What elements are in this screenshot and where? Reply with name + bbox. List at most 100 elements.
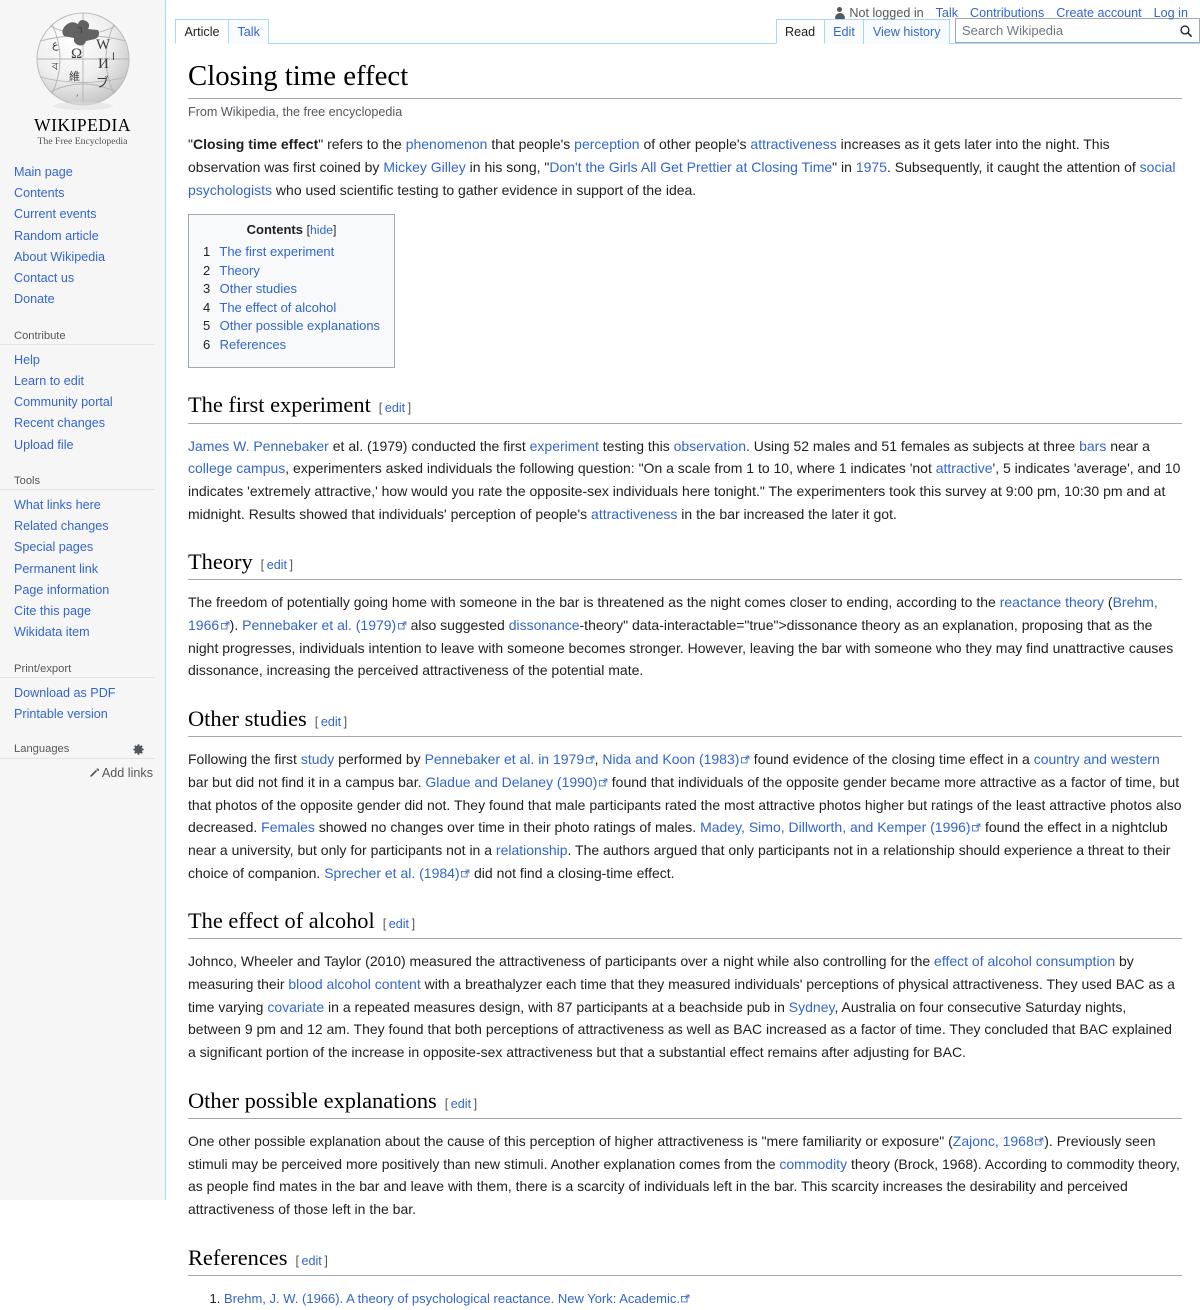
sidebar-item[interactable]: Current events bbox=[0, 204, 165, 225]
sidebar-item-upload-file[interactable]: Upload file bbox=[14, 438, 74, 452]
sidebar-item-random-article[interactable]: Random article bbox=[14, 229, 99, 243]
edit-link[interactable]: edit bbox=[451, 1097, 471, 1111]
link-study[interactable]: study bbox=[301, 751, 334, 767]
sidebar-item[interactable]: Cite this page bbox=[0, 601, 165, 622]
sidebar-item[interactable]: Permanent link bbox=[0, 558, 165, 579]
toc-entry[interactable]: 2 Theory bbox=[203, 263, 380, 278]
toc-entry[interactable]: 1 The first experiment bbox=[203, 244, 380, 259]
add-links-button[interactable]: Add links bbox=[89, 766, 153, 780]
sidebar-item[interactable]: Page information bbox=[0, 579, 165, 600]
section-edit-link[interactable]: [ edit ] bbox=[315, 715, 347, 729]
link-<a href=[interactable]: dissonance bbox=[509, 617, 580, 633]
sidebar-item-help[interactable]: Help bbox=[14, 353, 40, 367]
tab-talk[interactable]: Talk bbox=[228, 19, 270, 44]
link-sydney[interactable]: Sydney bbox=[789, 999, 835, 1015]
edit-link[interactable]: edit bbox=[321, 715, 341, 729]
sidebar-item[interactable]: Main page bbox=[0, 161, 165, 182]
link-mickey-gilley[interactable]: Mickey Gilley bbox=[383, 159, 465, 175]
sidebar-item-page-information[interactable]: Page information bbox=[14, 583, 109, 597]
tab-article[interactable]: Article bbox=[175, 19, 229, 44]
toc-entry[interactable]: 3 Other studies bbox=[203, 281, 380, 296]
toc-entry[interactable]: 5 Other possible explanations bbox=[203, 318, 380, 333]
toc-toggle-link[interactable]: hide bbox=[310, 223, 333, 237]
edit-link[interactable]: edit bbox=[267, 558, 287, 572]
link-don-t-the-girls-all-get-prettier-at-clos[interactable]: Don't the Girls All Get Prettier at Clos… bbox=[549, 159, 832, 175]
section-edit-link[interactable]: [ edit ] bbox=[383, 917, 415, 931]
toc-entry-link[interactable]: Other possible explanations bbox=[220, 318, 380, 333]
sidebar-item[interactable]: Learn to edit bbox=[0, 370, 165, 391]
link-experiment[interactable]: experiment bbox=[530, 438, 599, 454]
sidebar-item[interactable]: Random article bbox=[0, 225, 165, 246]
sidebar-item[interactable]: Download as PDF bbox=[0, 682, 165, 703]
sidebar-item-download-as-pdf[interactable]: Download as PDF bbox=[14, 686, 116, 700]
sidebar-item[interactable]: Related changes bbox=[0, 516, 165, 537]
sidebar-item[interactable]: Upload file bbox=[0, 434, 165, 455]
sidebar-item[interactable]: Contents bbox=[0, 183, 165, 204]
toc-entry[interactable]: 4 The effect of alcohol bbox=[203, 300, 380, 315]
sidebar-item[interactable]: Community portal bbox=[0, 392, 165, 413]
sidebar-item-community-portal[interactable]: Community portal bbox=[14, 395, 113, 409]
sidebar-item-related-changes[interactable]: Related changes bbox=[14, 519, 109, 533]
sidebar-item-learn-to-edit[interactable]: Learn to edit bbox=[14, 374, 84, 388]
sidebar-item-wikidata-item[interactable]: Wikidata item bbox=[14, 625, 90, 639]
sidebar-item-main-page[interactable]: Main page bbox=[14, 165, 73, 179]
link-gladue-and-delaney-1990[interactable]: Gladue and Delaney (1990) bbox=[425, 774, 597, 790]
link-observation[interactable]: observation bbox=[674, 438, 746, 454]
link-madey-simo-dillworth-and-kemper-1996[interactable]: Madey, Simo, Dillworth, and Kemper (1996… bbox=[700, 819, 971, 835]
tab-read[interactable]: Read bbox=[775, 19, 825, 44]
sidebar-item[interactable]: Wikidata item bbox=[0, 622, 165, 643]
toc-entry-link[interactable]: Theory bbox=[219, 263, 259, 278]
sidebar-item-special-pages[interactable]: Special pages bbox=[14, 540, 93, 554]
link-zajonc-1968[interactable]: Zajonc, 1968 bbox=[953, 1133, 1034, 1149]
sidebar-item-recent-changes[interactable]: Recent changes bbox=[14, 416, 105, 430]
link-attractiveness[interactable]: attractiveness bbox=[750, 136, 836, 152]
sidebar-item[interactable]: Special pages bbox=[0, 537, 165, 558]
wikipedia-logo-block[interactable]: Ω W И 維 ブ ع ব า ا ׳ WIKIPEDIA The Free E… bbox=[0, 0, 165, 147]
sidebar-item[interactable]: Contact us bbox=[0, 268, 165, 289]
sidebar-item-printable-version[interactable]: Printable version bbox=[14, 707, 108, 721]
sidebar-item-contact-us[interactable]: Contact us bbox=[14, 271, 74, 285]
section-edit-link[interactable]: [ edit ] bbox=[445, 1097, 477, 1111]
personal-link-contributions[interactable]: Contributions bbox=[970, 6, 1044, 20]
link-reactance-theory[interactable]: reactance theory bbox=[1000, 594, 1104, 610]
link-1975[interactable]: 1975 bbox=[856, 159, 887, 175]
toc-entry[interactable]: 6 References bbox=[203, 337, 380, 352]
sidebar-item-about-wikipedia[interactable]: About Wikipedia bbox=[14, 250, 105, 264]
sidebar-item-contents[interactable]: Contents bbox=[14, 186, 64, 200]
toc-entry-link[interactable]: The first experiment bbox=[219, 244, 334, 259]
toc-entry-link[interactable]: The effect of alcohol bbox=[219, 300, 336, 315]
edit-link[interactable]: edit bbox=[385, 401, 405, 415]
link-bars[interactable]: bars bbox=[1079, 438, 1106, 454]
reference-link[interactable]: Brehm, J. W. (1966). A theory of psychol… bbox=[224, 1291, 680, 1306]
gear-icon[interactable] bbox=[132, 743, 145, 756]
sidebar-item-cite-this-page[interactable]: Cite this page bbox=[14, 604, 91, 618]
section-edit-link[interactable]: [ edit ] bbox=[261, 558, 293, 572]
link-perception[interactable]: perception bbox=[574, 136, 639, 152]
sidebar-item-donate[interactable]: Donate bbox=[14, 292, 55, 306]
sidebar-item[interactable]: Help bbox=[0, 349, 165, 370]
link-sprecher-et-al-1984[interactable]: Sprecher et al. (1984) bbox=[324, 865, 459, 881]
link-attractiveness[interactable]: attractiveness bbox=[591, 506, 677, 522]
sidebar-item[interactable]: Recent changes bbox=[0, 413, 165, 434]
link-phenomenon[interactable]: phenomenon bbox=[406, 136, 488, 152]
edit-link[interactable]: edit bbox=[389, 917, 409, 931]
edit-link[interactable]: edit bbox=[301, 1254, 321, 1268]
sidebar-item[interactable]: About Wikipedia bbox=[0, 246, 165, 267]
personal-link-create-account[interactable]: Create account bbox=[1056, 6, 1141, 20]
link-effect-of-alcohol-consumption[interactable]: effect of alcohol consumption bbox=[934, 953, 1115, 969]
link-commodity[interactable]: commodity bbox=[779, 1156, 847, 1172]
sidebar-item[interactable]: Donate bbox=[0, 289, 165, 310]
link-pennebaker-et-al-1979[interactable]: Pennebaker et al. (1979) bbox=[242, 617, 396, 633]
toc-entry-link[interactable]: Other studies bbox=[220, 281, 297, 296]
section-edit-link[interactable]: [ edit ] bbox=[379, 401, 411, 415]
link-relationship[interactable]: relationship bbox=[496, 842, 568, 858]
personal-link-log-in[interactable]: Log in bbox=[1154, 6, 1188, 20]
sidebar-item[interactable]: Printable version bbox=[0, 703, 165, 724]
sidebar-item-current-events[interactable]: Current events bbox=[14, 207, 97, 221]
link-covariate[interactable]: covariate bbox=[267, 999, 324, 1015]
link-country-and-western[interactable]: country and western bbox=[1034, 751, 1160, 767]
section-edit-link[interactable]: [ edit ] bbox=[295, 1254, 327, 1268]
sidebar-item-permanent-link[interactable]: Permanent link bbox=[14, 562, 98, 576]
toc-entry-link[interactable]: References bbox=[220, 337, 286, 352]
link-attractive[interactable]: attractive bbox=[936, 460, 993, 476]
